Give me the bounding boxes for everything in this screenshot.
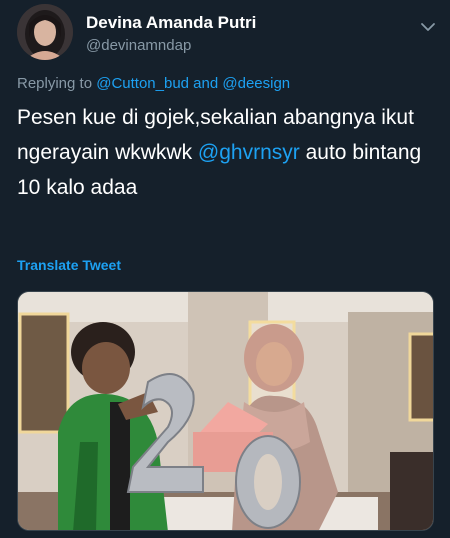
reply-mentions[interactable]: @Cutton_bud and @deesign [96,75,290,92]
avatar[interactable] [17,4,73,60]
chevron-down-icon[interactable] [419,20,437,34]
replying-to-label: Replying to [17,75,93,92]
translate-tweet-link[interactable]: Translate Tweet [17,257,121,273]
avatar-image [17,4,73,60]
user-handle[interactable]: @devinamndap [86,37,191,54]
replying-to: Replying to @Cutton_bud and @deesign [17,75,290,92]
tweet-photo[interactable] [17,291,434,531]
tweet-text: Pesen kue di gojek,sekalian abangnya iku… [17,100,437,205]
photo-image [18,292,433,530]
tweet: Devina Amanda Putri @devinamndap Replyin… [0,0,450,538]
display-name[interactable]: Devina Amanda Putri [86,13,256,33]
tweet-mention[interactable]: @ghvrnsyr [198,141,300,164]
